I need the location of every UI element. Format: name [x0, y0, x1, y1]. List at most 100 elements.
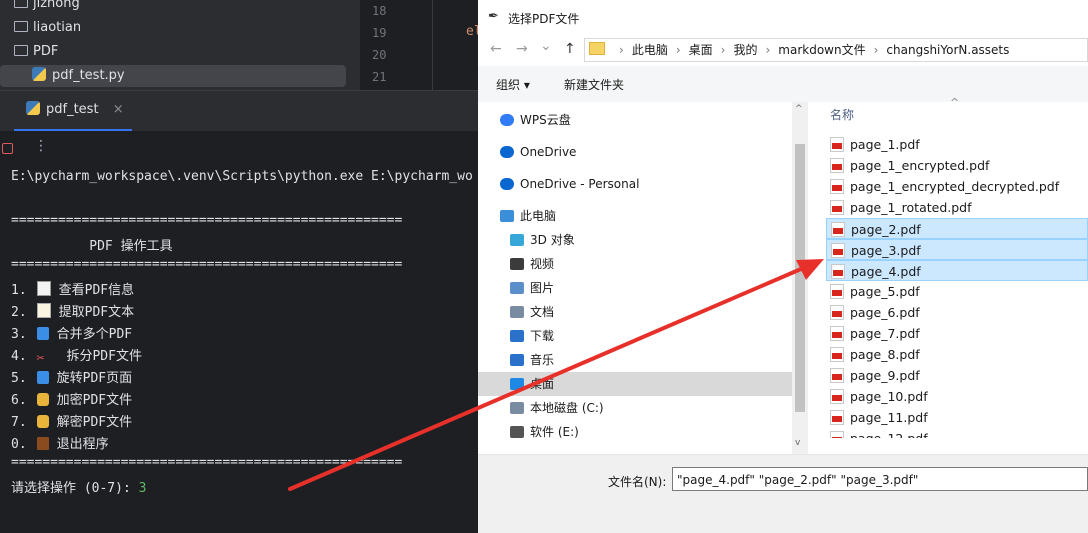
prompt-input[interactable]: 3	[139, 481, 147, 496]
file-row[interactable]: page_1_rotated.pdf	[826, 197, 1088, 218]
breadcrumb-separator[interactable]: ›	[619, 43, 624, 57]
nav-item-label: 3D 对象	[530, 233, 575, 247]
lock-icon	[36, 393, 49, 406]
console-title: PDF 操作工具	[11, 239, 173, 254]
film-icon	[510, 258, 524, 270]
file-row[interactable]: page_12.pdf	[826, 428, 1088, 438]
nav-item-3[interactable]: OneDrive - Personal	[478, 172, 792, 196]
file-row[interactable]: page_2.pdf	[826, 218, 1088, 239]
file-row[interactable]: page_1_encrypted_decrypted.pdf	[826, 176, 1088, 197]
menu-label: 旋转PDF页面	[56, 371, 133, 386]
nav-item-4[interactable]: 此电脑	[478, 204, 792, 228]
tree-item-pdf-test-py[interactable]: pdf_test.py	[0, 65, 346, 87]
editor-divider	[432, 0, 433, 90]
more-options-icon[interactable]: ⋮	[34, 138, 48, 154]
disk-icon	[510, 402, 524, 414]
menu-number: 2.	[11, 305, 27, 320]
up-folder-icon[interactable]: ↑	[564, 41, 576, 57]
tree-item-jizhong[interactable]: jizhong	[0, 0, 346, 15]
open-file-dialog: ✒ 选择PDF文件 ← → ⌄ ↑ › 此电脑 › 桌面 › 我的 › markdown文件 ›…	[478, 0, 1088, 533]
nav-item-label: 文档	[530, 305, 555, 319]
file-row[interactable]: page_11.pdf	[826, 407, 1088, 428]
file-name: page_4.pdf	[851, 264, 921, 279]
file-row[interactable]: page_8.pdf	[826, 344, 1088, 365]
new-folder-button[interactable]: 新建文件夹	[564, 76, 624, 93]
sort-arrow-icon: ^	[950, 96, 960, 109]
nav-item-10[interactable]: 音乐	[478, 348, 792, 372]
dialog-title: 选择PDF文件	[508, 12, 580, 26]
breadcrumb-separator[interactable]: ›	[765, 43, 770, 57]
scrollbar-thumb[interactable]	[795, 144, 805, 412]
lock-icon	[36, 415, 49, 428]
breadcrumb-separator[interactable]: ›	[874, 43, 879, 57]
pic-icon	[510, 282, 524, 294]
navigation-pane[interactable]: WPS云盘 OneDrive OneDrive - Personal 此电脑 3D 对象…	[478, 102, 808, 454]
file-row[interactable]: page_5.pdf	[826, 281, 1088, 302]
organize-button[interactable]: 组织 ▾	[496, 76, 530, 93]
file-row[interactable]: page_3.pdf	[826, 239, 1088, 260]
scroll-up-icon[interactable]: ^	[795, 104, 803, 114]
breadcrumb-separator[interactable]: ›	[676, 43, 681, 57]
back-icon[interactable]: ←	[490, 41, 502, 57]
nav-item-1[interactable]: WPS云盘	[478, 108, 792, 132]
nav-item-13[interactable]: 软件 (E:)	[478, 420, 792, 444]
file-name: page_11.pdf	[850, 410, 928, 425]
tree-item-liaotian[interactable]: liaotian	[0, 17, 346, 39]
nav-item-9[interactable]: 下载	[478, 324, 792, 348]
nav-item-7[interactable]: 图片	[478, 276, 792, 300]
scroll-down-icon[interactable]: v	[795, 438, 800, 448]
code-editor[interactable]: 18 19 20 21 el	[360, 0, 482, 90]
nav-item-6[interactable]: 视频	[478, 252, 792, 276]
pdf-file-icon	[831, 222, 845, 237]
file-name: page_2.pdf	[851, 222, 921, 237]
run-tab[interactable]: pdf_test ×	[14, 91, 132, 131]
cycle-icon	[36, 327, 49, 340]
breadcrumb-item[interactable]: markdown文件	[778, 43, 865, 57]
file-row[interactable]: page_9.pdf	[826, 365, 1088, 386]
nav-item-label: 此电脑	[520, 209, 557, 223]
recent-dropdown-icon[interactable]: ⌄	[540, 38, 552, 54]
breadcrumb-item[interactable]: changshiYorN.assets	[886, 43, 1009, 57]
file-row[interactable]: page_4.pdf	[826, 260, 1088, 281]
menu-label: 合并多个PDF	[56, 327, 133, 342]
pdf-file-icon	[830, 431, 844, 438]
tree-item-label: pdf_test.py	[52, 68, 125, 83]
file-row[interactable]: page_10.pdf	[826, 386, 1088, 407]
nav-item-label: 软件 (E:)	[530, 425, 579, 439]
run-console[interactable]: E:\pycharm_workspace\.venv\Scripts\pytho…	[0, 165, 478, 532]
file-name: page_5.pdf	[850, 284, 920, 299]
filename-input[interactable]: "page_4.pdf" "page_2.pdf" "page_3.pdf"	[672, 467, 1088, 491]
breadcrumb-item[interactable]: 此电脑	[632, 43, 668, 57]
nav-item-8[interactable]: 文档	[478, 300, 792, 324]
close-tab-icon[interactable]: ×	[113, 102, 124, 117]
nav-item-5[interactable]: 3D 对象	[478, 228, 792, 252]
breadcrumb-item[interactable]: 我的	[733, 43, 757, 57]
console-command: E:\pycharm_workspace\.venv\Scripts\pytho…	[11, 169, 473, 184]
console-menu-line: 7. 解密PDF文件	[11, 411, 132, 430]
nav-item-2[interactable]: OneDrive	[478, 140, 792, 164]
file-row[interactable]: page_1_encrypted.pdf	[826, 155, 1088, 176]
nav-pane-scrollbar[interactable]: ^ v	[792, 102, 808, 454]
column-header-name[interactable]: 名称	[830, 106, 854, 123]
desk-icon	[510, 378, 524, 390]
cycle-icon	[36, 371, 49, 384]
file-row[interactable]: page_6.pdf	[826, 302, 1088, 323]
run-toolbar	[0, 131, 478, 165]
file-row[interactable]: page_7.pdf	[826, 323, 1088, 344]
file-row[interactable]: page_1.pdf	[826, 134, 1088, 155]
tree-item-pdf[interactable]: PDF	[0, 41, 346, 63]
address-bar[interactable]: › 此电脑 › 桌面 › 我的 › markdown文件 › changshiYorN.asset…	[584, 38, 1088, 62]
forward-icon[interactable]: →	[516, 41, 528, 57]
nav-item-12[interactable]: 本地磁盘 (C:)	[478, 396, 792, 420]
file-list[interactable]: 名称 ^ page_1.pdf page_1_encrypted.pdf page_…	[808, 96, 1088, 454]
pdf-file-icon	[830, 368, 844, 383]
nav-item-11[interactable]: 桌面	[478, 372, 792, 396]
breadcrumb-separator[interactable]: ›	[721, 43, 726, 57]
console-menu-line: 3. 合并多个PDF	[11, 323, 132, 342]
console-separator: ========================================…	[11, 213, 403, 228]
doc-icon	[510, 306, 524, 318]
navigation-bar: ← → ⌄ ↑ › 此电脑 › 桌面 › 我的 › markdown文件 › changshiYo…	[478, 36, 1088, 66]
stop-icon[interactable]	[2, 143, 13, 154]
breadcrumb-item[interactable]: 桌面	[689, 43, 713, 57]
prompt-text: 请选择操作 (0-7):	[11, 481, 139, 496]
